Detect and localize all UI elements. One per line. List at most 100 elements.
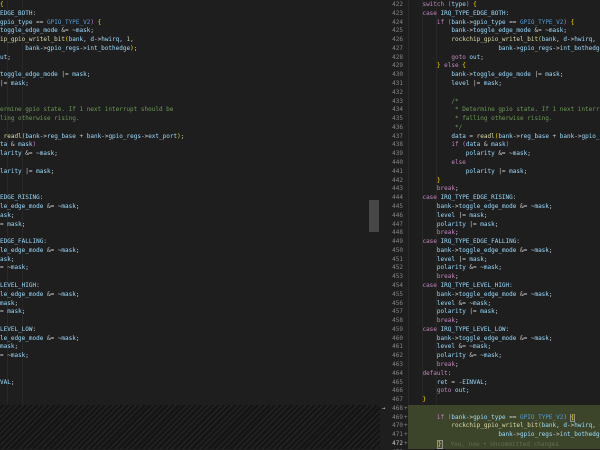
code-line-original[interactable]: ut; (0, 54, 380, 63)
line-number[interactable]: 447 (387, 221, 403, 230)
line-number[interactable]: 463 (387, 361, 403, 370)
line-number[interactable]: 430 (387, 71, 403, 80)
code-line-modified[interactable]: 422 switch (type) { (380, 1, 600, 10)
line-number[interactable]: 459 (387, 326, 403, 335)
line-number[interactable]: 423 (387, 10, 403, 19)
code-line-original[interactable] (0, 62, 380, 71)
code-line-original[interactable] (0, 124, 380, 133)
code-line-original[interactable] (0, 370, 380, 379)
code-line-original[interactable]: EDGE_BOTH: (0, 10, 380, 19)
code-line-modified[interactable]: 442 } (380, 177, 600, 186)
code-line-original[interactable]: toggle_edge_mode |= mask; (0, 71, 380, 80)
code-line-original[interactable]: EDGE_RISING: (0, 194, 380, 203)
code-line-original[interactable]: = mask; (0, 308, 380, 317)
code-line-modified[interactable]: 451 level |= mask; (380, 256, 600, 265)
code-line-original[interactable]: larity &= ~mask; (0, 150, 380, 159)
line-number[interactable]: 450 (387, 247, 403, 256)
code-line-modified[interactable]: 470+ rockchip_gpio_writel_bit(bank, d->h… (380, 422, 600, 431)
line-number[interactable]: 427 (387, 45, 403, 54)
code-line-modified[interactable]: 447 polarity |= mask; (380, 221, 600, 230)
code-line-modified[interactable]: 438 if (data & mask) (380, 141, 600, 150)
code-line-modified[interactable]: 459 case IRQ_TYPE_LEVEL_LOW: (380, 326, 600, 335)
code-line-original[interactable] (0, 229, 380, 238)
code-line-original[interactable] (0, 98, 380, 107)
code-line-modified[interactable]: 463 break; (380, 361, 600, 370)
code-line-modified[interactable]: 426 rockchip_gpio_writel_bit(bank, d->hw… (380, 36, 600, 45)
line-number[interactable]: 472 (387, 440, 403, 449)
code-line-original[interactable]: le_edge_mode &= ~mask; (0, 247, 380, 256)
code-line-original[interactable]: EDGE_FALLING: (0, 238, 380, 247)
line-number[interactable]: 455 (387, 291, 403, 300)
code-line-modified[interactable]: 466 goto out; (380, 387, 600, 396)
code-line-modified[interactable]: 445 bank->toggle_edge_mode &= ~mask; (380, 203, 600, 212)
line-number[interactable]: 438 (387, 141, 403, 150)
code-line-original[interactable]: gpio_type == GPIO_TYPE_V2) { (0, 19, 380, 28)
code-line-modified[interactable]: 457 polarity |= mask; (380, 308, 600, 317)
code-line-original[interactable]: = ~mask; (0, 352, 380, 361)
code-line-modified[interactable]: 450 bank->toggle_edge_mode &= ~mask; (380, 247, 600, 256)
code-line-modified[interactable]: 434 * Determine gpio state. If 1 next in… (380, 106, 600, 115)
code-line-modified[interactable]: 428 goto out; (380, 54, 600, 63)
code-line-modified[interactable]: 464 default: (380, 370, 600, 379)
code-line-original[interactable]: bank->gpio_regs->int_bothedge); (0, 45, 380, 54)
line-number[interactable]: 441 (387, 168, 403, 177)
code-line-original[interactable]: le_edge_mode &= ~mask; (0, 291, 380, 300)
left-pane-scrollbar-thumb[interactable] (369, 200, 379, 232)
code-line-modified[interactable]: 444 case IRQ_TYPE_EDGE_RISING: (380, 194, 600, 203)
code-line-original[interactable]: ta & mask) (0, 141, 380, 150)
code-line-modified[interactable]: 460 bank->toggle_edge_mode &= ~mask; (380, 335, 600, 344)
code-line-original[interactable]: = mask; (0, 221, 380, 230)
code-line-original[interactable] (0, 396, 380, 405)
line-number[interactable]: 422 (387, 1, 403, 10)
line-number[interactable]: 454 (387, 282, 403, 291)
line-number[interactable]: 442 (387, 177, 403, 186)
code-line-modified[interactable]: 440 else (380, 159, 600, 168)
line-number[interactable]: 458 (387, 317, 403, 326)
code-line-original[interactable]: VAL; (0, 379, 380, 388)
code-line-original[interactable]: ip_gpio_writel_bit(bank, d->hwirq, 1, (0, 36, 380, 45)
line-number[interactable]: 426 (387, 36, 403, 45)
code-line-original[interactable] (0, 361, 380, 370)
line-number[interactable]: 443 (387, 185, 403, 194)
code-line-modified[interactable]: 462 polarity &= ~mask; (380, 352, 600, 361)
code-line-original[interactable]: mask; (0, 343, 380, 352)
code-line-modified[interactable]: 441 polarity |= mask; (380, 168, 600, 177)
code-line-modified[interactable]: 427 bank->gpio_regs->int_bothedge); (380, 45, 600, 54)
code-line-modified[interactable]: 449 case IRQ_TYPE_EDGE_FALLING: (380, 238, 600, 247)
code-line-original[interactable]: ask; (0, 212, 380, 221)
line-number[interactable]: 471 (387, 431, 403, 440)
code-line-original[interactable]: ling otherwise rising. (0, 115, 380, 124)
line-number[interactable]: 451 (387, 256, 403, 265)
code-line-modified[interactable]: 456 level &= ~mask; (380, 300, 600, 309)
code-line-original[interactable] (0, 273, 380, 282)
code-line-modified[interactable]: 423 case IRQ_TYPE_EDGE_BOTH: (380, 10, 600, 19)
line-number[interactable]: 444 (387, 194, 403, 203)
code-line-original[interactable]: LEVEL_HIGH: (0, 282, 380, 291)
line-number[interactable]: 466 (387, 387, 403, 396)
code-line-original[interactable]: LEVEL_LOW: (0, 326, 380, 335)
code-line-modified[interactable]: 446 level |= mask; (380, 212, 600, 221)
code-line-modified[interactable]: 467 } (380, 396, 600, 405)
code-line-modified[interactable]: 443 break; (380, 185, 600, 194)
code-line-modified[interactable]: 452 polarity &= ~mask; (380, 264, 600, 273)
code-line-original[interactable]: ermine gpio state. If 1 next interrupt s… (0, 106, 380, 115)
code-line-modified[interactable]: 471+ bank->gpio_regs->int_bothedge); (380, 431, 600, 440)
code-line-modified[interactable]: 431 level |= mask; (380, 80, 600, 89)
code-line-original[interactable]: mask; (0, 300, 380, 309)
code-line-modified[interactable]: 469+ if (bank->gpio_type == GPIO_TYPE_V2… (380, 414, 600, 423)
line-number[interactable]: 464 (387, 370, 403, 379)
code-line-modified[interactable]: 453 break; (380, 273, 600, 282)
line-number[interactable]: 433 (387, 98, 403, 107)
code-line-modified[interactable]: →468+ (380, 405, 600, 414)
line-number[interactable]: 461 (387, 343, 403, 352)
code-line-modified[interactable]: 437 data = readl(bank->reg_base + bank->… (380, 133, 600, 142)
code-line-original[interactable] (0, 185, 380, 194)
code-line-modified[interactable]: 472+ }You, now • Uncommitted changes (380, 440, 600, 449)
code-line-original[interactable] (0, 89, 380, 98)
line-number[interactable]: 436 (387, 124, 403, 133)
code-line-modified[interactable]: 436 */ (380, 124, 600, 133)
line-number[interactable]: 456 (387, 300, 403, 309)
code-line-modified[interactable]: 429 } else { (380, 62, 600, 71)
code-line-modified[interactable]: 433 /* (380, 98, 600, 107)
line-number[interactable]: 437 (387, 133, 403, 142)
